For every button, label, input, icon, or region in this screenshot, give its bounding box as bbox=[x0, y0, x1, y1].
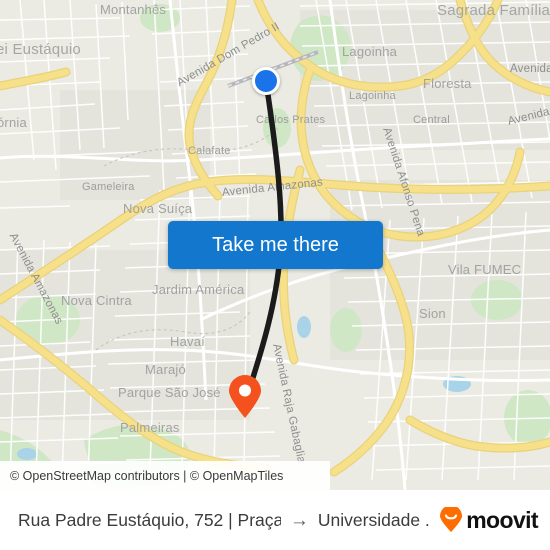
trip-summary-bar: Rua Padre Eustáquio, 752 | Praça ... → U… bbox=[0, 490, 550, 550]
trip-origin-label: Rua Padre Eustáquio, 752 | Praça ... bbox=[18, 509, 281, 530]
moovit-pin-icon bbox=[440, 507, 463, 532]
trip-endpoints[interactable]: Rua Padre Eustáquio, 752 | Praça ... → U… bbox=[18, 510, 430, 531]
attribution-text: © OpenStreetMap contributors | © OpenMap… bbox=[10, 468, 284, 483]
moovit-logo[interactable]: moovit bbox=[438, 506, 539, 534]
moovit-map-screen: Montanhês Sagrada Família Lagoinha Floresta… bbox=[0, 0, 550, 550]
arrow-right-icon: → bbox=[289, 509, 309, 531]
origin-marker[interactable] bbox=[252, 67, 280, 95]
map-canvas[interactable]: Montanhês Sagrada Família Lagoinha Floresta… bbox=[0, 0, 550, 490]
destination-marker[interactable] bbox=[228, 375, 262, 419]
take-me-there-button[interactable]: Take me there bbox=[168, 221, 383, 269]
map-attribution: © OpenStreetMap contributors | © OpenMap… bbox=[0, 461, 330, 490]
trip-destination-label: Universidade ... bbox=[317, 509, 431, 530]
moovit-wordmark: moovit bbox=[466, 506, 538, 533]
take-me-there-label: Take me there bbox=[212, 233, 339, 256]
